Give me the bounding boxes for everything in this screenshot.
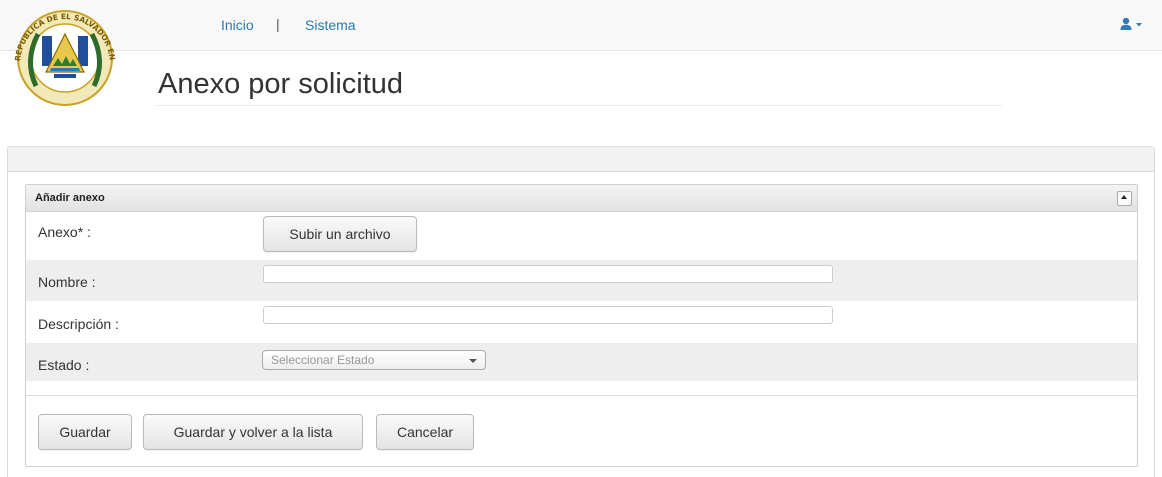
estado-select[interactable]: Seleccionar Estado: [262, 350, 486, 370]
upload-file-button[interactable]: Subir un archivo: [263, 216, 417, 252]
nombre-label: Nombre :: [38, 274, 96, 290]
estado-label: Estado :: [38, 357, 90, 373]
nav-separator: |: [276, 16, 280, 32]
field-row-estado: Estado : Seleccionar Estado: [26, 343, 1137, 381]
caret-down-icon: [1136, 23, 1142, 27]
add-annex-form: Añadir anexo Anexo* : Subir un archivo N…: [25, 184, 1138, 467]
chevron-down-icon: [469, 359, 477, 363]
content-panel-header: [8, 147, 1154, 172]
field-row-anexo: Anexo* : Subir un archivo: [26, 212, 1137, 260]
title-divider: [156, 105, 1002, 106]
save-button[interactable]: Guardar: [38, 414, 132, 450]
page-title: Anexo por solicitud: [158, 68, 404, 100]
nav-link-inicio[interactable]: Inicio: [221, 17, 254, 33]
coat-of-arms-logo: REPUBLICA DE EL SALVADOR EN LA AMERICA C…: [6, 6, 117, 106]
descripcion-label: Descripción :: [38, 316, 119, 332]
save-and-return-button[interactable]: Guardar y volver a la lista: [143, 414, 363, 450]
field-row-nombre: Nombre :: [26, 260, 1137, 301]
user-menu-dropdown[interactable]: [1118, 15, 1146, 35]
content-panel: Añadir anexo Anexo* : Subir un archivo N…: [7, 146, 1155, 477]
user-icon: [1120, 17, 1142, 30]
form-header: Añadir anexo: [26, 185, 1137, 212]
field-row-descripcion: Descripción :: [26, 301, 1137, 343]
estado-select-placeholder: Seleccionar Estado: [271, 353, 375, 367]
nav-link-sistema[interactable]: Sistema: [305, 17, 356, 33]
anexo-label: Anexo* :: [38, 224, 91, 240]
descripcion-input[interactable]: [263, 306, 833, 324]
form-header-title: Añadir anexo: [35, 192, 105, 204]
nombre-input[interactable]: [263, 265, 833, 283]
collapse-up-icon[interactable]: [1117, 191, 1132, 206]
form-actions-divider: [26, 395, 1137, 396]
cancel-button[interactable]: Cancelar: [376, 414, 474, 450]
top-navbar: Inicio | Sistema: [0, 0, 1162, 51]
